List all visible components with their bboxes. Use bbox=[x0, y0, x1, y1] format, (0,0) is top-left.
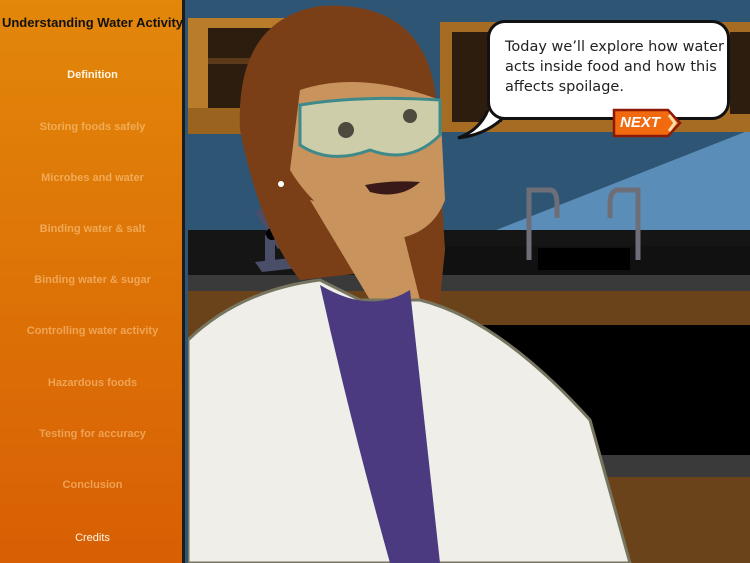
sidebar-item-hazardous[interactable]: Hazardous foods bbox=[0, 377, 185, 389]
sidebar-item-definition[interactable]: Definition bbox=[0, 69, 185, 81]
sidebar-item-binding-salt[interactable]: Binding water & salt bbox=[0, 223, 185, 235]
chapter-sidebar: Understanding Water Activity Definition … bbox=[0, 0, 185, 563]
sidebar-item-microbes[interactable]: Microbes and water bbox=[0, 172, 185, 184]
sidebar-item-credits[interactable]: Credits bbox=[0, 532, 185, 544]
dialog-text: Today we’ll explore how water acts insid… bbox=[505, 39, 724, 95]
sidebar-item-testing[interactable]: Testing for accuracy bbox=[0, 428, 185, 440]
course-title: Understanding Water Activity bbox=[1, 15, 184, 30]
sidebar-item-conclusion[interactable]: Conclusion bbox=[0, 479, 185, 491]
sink bbox=[538, 248, 630, 270]
next-button-label[interactable]: NEXT bbox=[620, 114, 660, 131]
sidebar-item-controlling[interactable]: Controlling water activity bbox=[0, 325, 185, 337]
sidebar-item-storing-foods[interactable]: Storing foods safely bbox=[0, 121, 185, 133]
sidebar-item-binding-sugar[interactable]: Binding water & sugar bbox=[0, 274, 185, 286]
